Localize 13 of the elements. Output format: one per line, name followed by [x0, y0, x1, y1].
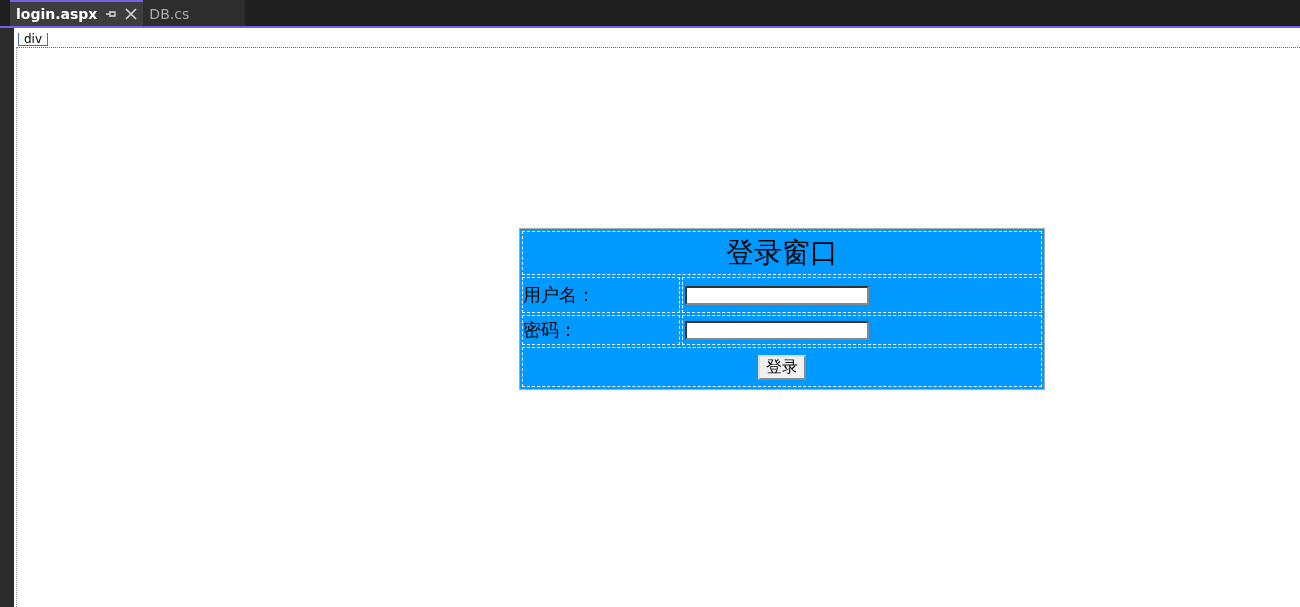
- login-button[interactable]: 登录: [758, 354, 806, 380]
- pin-icon[interactable]: [105, 8, 118, 20]
- close-icon[interactable]: [125, 8, 138, 20]
- input-field[interactable]: [685, 320, 869, 340]
- label-cell: 密码：: [522, 315, 680, 345]
- document-tab[interactable]: login.aspx: [10, 0, 144, 26]
- input-field[interactable]: [685, 285, 869, 305]
- title-cell: 登录窗口: [522, 231, 1042, 275]
- tab-label: login.aspx: [16, 6, 98, 22]
- tab-label: DB.cs: [149, 6, 190, 22]
- label-cell: 用户名：: [522, 277, 680, 313]
- document-tab[interactable]: DB.cs: [143, 0, 246, 26]
- element-tag: div: [18, 33, 49, 46]
